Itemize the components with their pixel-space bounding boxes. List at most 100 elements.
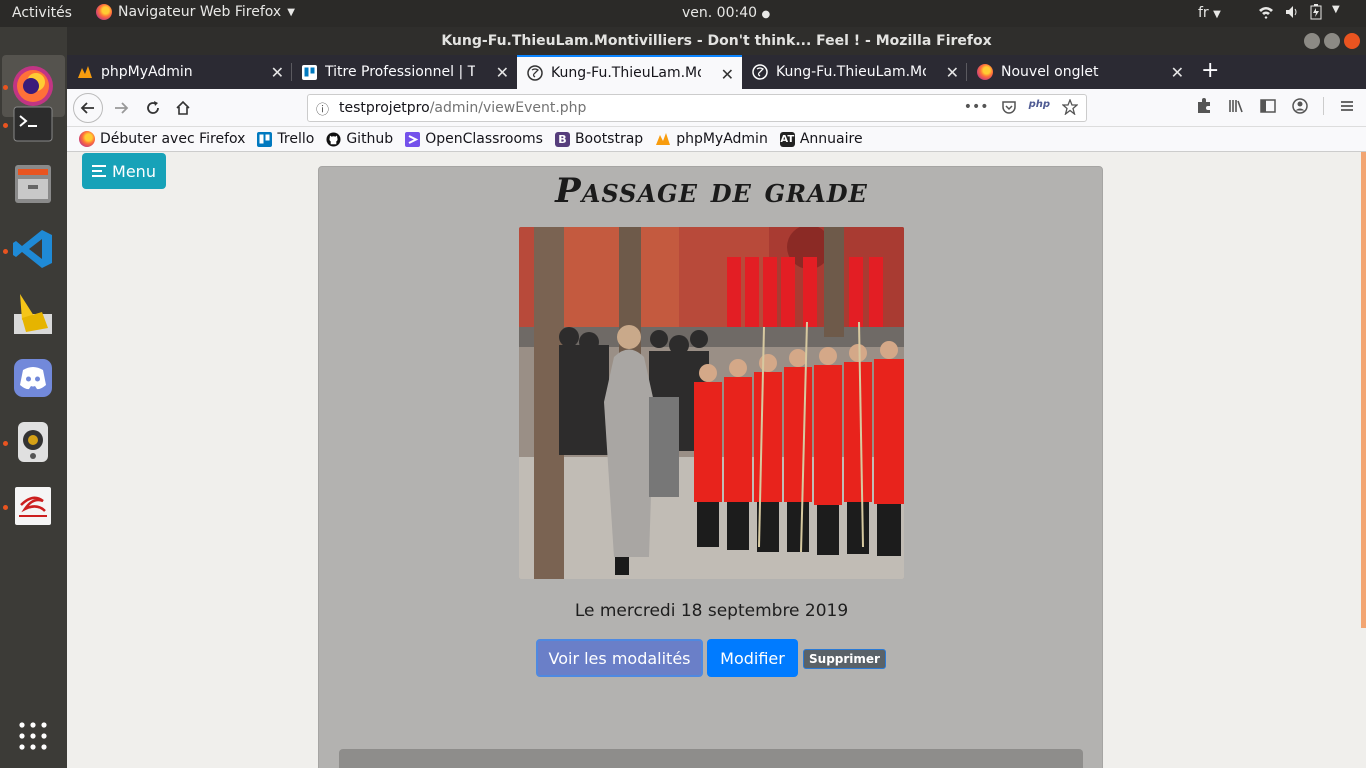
phpmyadmin-icon: [656, 133, 671, 145]
star-icon[interactable]: [1062, 99, 1078, 115]
event-photo: [519, 227, 904, 579]
tab-kung-fu[interactable]: Kung-Fu.ThieuLam.Monti ✕: [742, 55, 967, 89]
library-icon[interactable]: [1227, 97, 1245, 115]
phpmyadmin-icon: [78, 66, 92, 78]
openclassrooms-icon: [405, 131, 421, 147]
reload-icon: [147, 101, 159, 114]
reload-button[interactable]: [139, 94, 167, 122]
new-tab-button[interactable]: +: [1201, 58, 1219, 83]
tab-nouvel-onglet[interactable]: Nouvel onglet ✕: [967, 55, 1192, 89]
document-icon: [15, 487, 51, 525]
files-launcher[interactable]: [10, 161, 56, 207]
event-title: Passage de grade: [555, 171, 868, 211]
music-player-launcher[interactable]: [10, 419, 56, 465]
secondary-panel: [339, 749, 1083, 768]
tab-titre-professionnel[interactable]: Titre Professionnel | Trel ✕: [292, 55, 517, 89]
vscode-launcher[interactable]: [10, 226, 56, 272]
hamburger-menu-icon[interactable]: [1338, 97, 1356, 115]
tab-kung-fu-active[interactable]: Kung-Fu.ThieuLam.Monti ✕: [517, 55, 742, 89]
app-menu-label: Navigateur Web Firefox: [118, 4, 282, 20]
discord-icon: [14, 359, 52, 397]
bookmark-debuter-firefox[interactable]: Débuter avec Firefox: [79, 131, 245, 147]
broom-icon: [14, 294, 52, 334]
extensions-icon[interactable]: [1195, 97, 1213, 115]
url-host: testprojetpro: [339, 100, 430, 116]
launcher-dock: [0, 27, 67, 768]
app-menu[interactable]: Navigateur Web Firefox ▼: [96, 4, 295, 20]
event-date: Le mercredi 18 septembre 2019: [574, 601, 849, 621]
forward-button[interactable]: [107, 94, 135, 122]
window-title: Kung-Fu.ThieuLam.Montivilliers - Don't t…: [441, 33, 992, 49]
url-path: /admin/viewEvent.php: [429, 100, 587, 116]
app-grid-icon: [19, 722, 47, 750]
info-icon[interactable]: ⓘ: [316, 99, 329, 118]
page-actions-icon[interactable]: •••: [964, 99, 989, 115]
bookmark-annuaire[interactable]: AT Annuaire: [779, 131, 863, 147]
volume-icon: [1286, 6, 1297, 18]
clock[interactable]: ven. 00:40 ●: [682, 5, 770, 21]
arrow-left-icon: [80, 102, 94, 114]
tab-phpmyadmin[interactable]: phpMyAdmin ✕: [67, 55, 292, 89]
bleachbit-launcher[interactable]: [10, 291, 56, 337]
document-viewer-launcher[interactable]: [10, 483, 56, 529]
battery-icon: [1310, 4, 1322, 20]
minimize-button[interactable]: [1304, 33, 1320, 49]
close-tab-icon[interactable]: ✕: [271, 63, 284, 82]
bookmark-trello[interactable]: Trello: [257, 131, 314, 147]
back-button[interactable]: [73, 93, 103, 123]
home-icon: [176, 100, 190, 115]
terminal-icon: [13, 106, 53, 142]
bookmark-github[interactable]: Github: [326, 131, 393, 147]
voir-modalites-button[interactable]: Voir les modalités: [536, 639, 703, 677]
window-controls: [1304, 33, 1360, 49]
firefox-icon: [96, 4, 112, 20]
wifi-icon: [1259, 7, 1273, 19]
scrollbar[interactable]: [1361, 152, 1366, 628]
trello-icon: [257, 131, 273, 147]
trello-icon: [302, 64, 317, 80]
show-applications-button[interactable]: [10, 713, 56, 759]
bookmark-openclassrooms[interactable]: OpenClassrooms: [405, 131, 543, 147]
sidebar-icon[interactable]: [1259, 97, 1277, 115]
supprimer-button[interactable]: Supprimer: [803, 649, 886, 669]
page-content: Menu Passage de grade Le mercredi 18 sep…: [67, 152, 1366, 768]
close-tab-icon[interactable]: ✕: [721, 65, 734, 84]
firefox-icon: [79, 131, 95, 147]
file-cabinet-icon: [15, 165, 51, 203]
site-favicon-icon: [527, 65, 543, 81]
menu-icon: [92, 165, 107, 177]
annuaire-icon: AT: [779, 131, 795, 147]
bookmark-phpmyadmin[interactable]: phpMyAdmin: [655, 131, 768, 147]
php-extension-icon[interactable]: php: [1029, 99, 1050, 115]
system-tray[interactable]: ▼: [1258, 4, 1340, 20]
account-icon[interactable]: [1291, 97, 1309, 115]
home-button[interactable]: [169, 94, 197, 122]
close-window-button[interactable]: [1344, 33, 1360, 49]
chevron-down-icon: ▼: [287, 6, 295, 18]
language-indicator[interactable]: fr ▼: [1198, 5, 1221, 21]
terminal-launcher[interactable]: [10, 101, 56, 147]
close-tab-icon[interactable]: ✕: [946, 63, 959, 82]
navigation-toolbar: ⓘ testprojetpro/admin/viewEvent.php ••• …: [67, 89, 1366, 127]
speaker-icon: [18, 422, 48, 462]
bookmarks-toolbar: Débuter avec Firefox Trello Github OpenC…: [67, 127, 1366, 152]
close-tab-icon[interactable]: ✕: [1171, 63, 1184, 82]
site-favicon-icon: [752, 64, 768, 80]
modifier-button[interactable]: Modifier: [707, 639, 798, 677]
bookmark-bootstrap[interactable]: B Bootstrap: [554, 131, 643, 147]
maximize-button[interactable]: [1324, 33, 1340, 49]
pocket-icon[interactable]: [1001, 99, 1017, 115]
arrow-right-icon: [115, 102, 129, 114]
window-title-bar[interactable]: Kung-Fu.ThieuLam.Montivilliers - Don't t…: [67, 27, 1366, 55]
url-bar[interactable]: ⓘ testprojetpro/admin/viewEvent.php ••• …: [307, 94, 1087, 122]
discord-launcher[interactable]: [10, 355, 56, 401]
activities-button[interactable]: Activités: [12, 5, 72, 21]
chevron-down-icon: ▼: [1332, 4, 1340, 15]
menu-button[interactable]: Menu: [82, 153, 166, 189]
github-icon: [326, 131, 341, 147]
bootstrap-icon: B: [554, 131, 570, 147]
vscode-icon: [13, 230, 52, 268]
tab-strip: phpMyAdmin ✕ Titre Professionnel | Trel …: [67, 55, 1366, 89]
event-card: Passage de grade Le mercredi 18 septembr…: [318, 166, 1103, 768]
close-tab-icon[interactable]: ✕: [496, 63, 509, 82]
